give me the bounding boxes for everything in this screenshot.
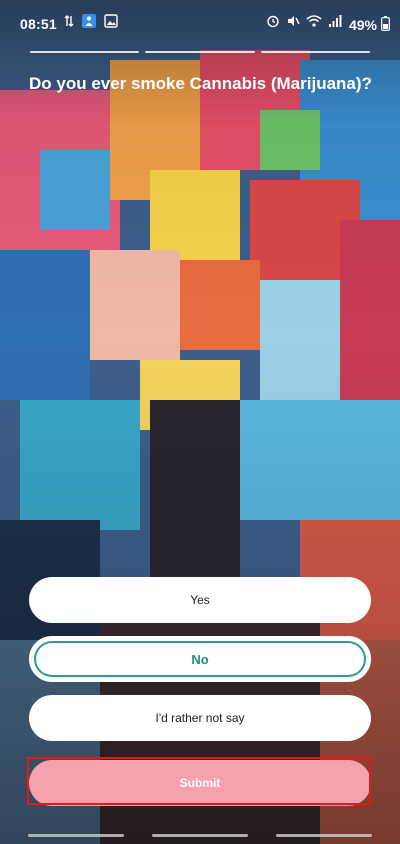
status-bar: 08:51 49% [0, 0, 400, 48]
progress-segment [260, 51, 370, 53]
mute-icon [286, 14, 300, 31]
survey-screen: 08:51 49% Do you ever smoke Cannabis (Ma… [0, 0, 400, 844]
battery-icon [381, 16, 390, 34]
wifi-icon [306, 14, 322, 31]
nav-back-bar[interactable] [276, 833, 372, 837]
option-rather-not-say-button[interactable]: I'd rather not say [29, 695, 371, 741]
signal-icon [328, 14, 342, 31]
system-nav-bar [0, 826, 400, 844]
option-yes-button[interactable]: Yes [29, 577, 371, 623]
sync-arrows-icon [64, 14, 74, 31]
nav-recent-bar[interactable] [28, 833, 124, 837]
progress-segment [30, 51, 140, 53]
status-time: 08:51 [20, 16, 57, 32]
image-icon [104, 14, 118, 31]
progress-segment [145, 51, 255, 53]
submit-button[interactable]: Submit [29, 760, 371, 806]
question-title: Do you ever smoke Cannabis (Marijuana)? [29, 74, 372, 93]
option-label: No [191, 651, 209, 667]
person-icon [82, 14, 96, 31]
submit-label: Submit [179, 776, 221, 790]
option-label: Yes [190, 593, 210, 607]
option-no-button[interactable]: No [29, 636, 371, 682]
nav-home-bar[interactable] [152, 833, 248, 837]
battery-percent: 49% [348, 17, 377, 33]
question-progress [30, 51, 370, 53]
alarm-icon [266, 14, 280, 31]
option-label: I'd rather not say [155, 711, 245, 725]
